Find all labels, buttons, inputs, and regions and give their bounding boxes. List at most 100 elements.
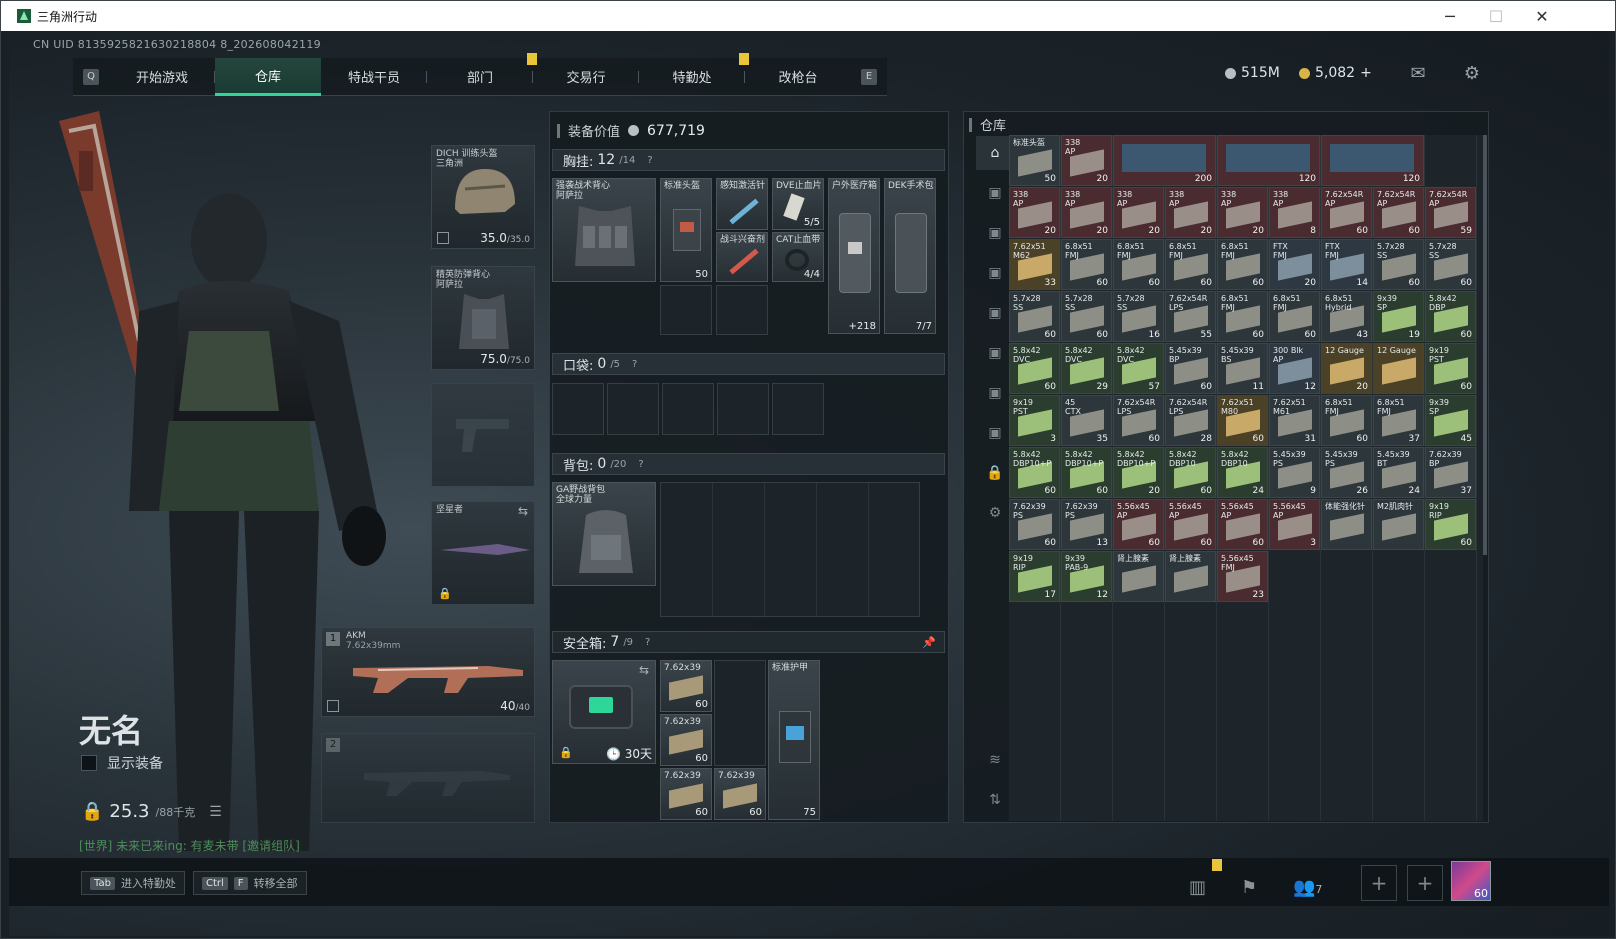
storage-item[interactable]: 6.8x51 FMJ 37	[1373, 395, 1424, 446]
chest-item-medkit[interactable]: 户外医疗箱 +218	[828, 178, 880, 334]
storage-item[interactable]: 7.62x54R AP 60	[1373, 187, 1424, 238]
secondary-weapon-slot[interactable]: 2	[321, 733, 535, 823]
tab-special-ops[interactable]: 特勤处	[639, 52, 749, 96]
safebox-ammo[interactable]: 7.62x39 60	[660, 768, 712, 820]
help-icon[interactable]: ?	[632, 359, 637, 370]
nav-prev-key[interactable]: Q	[83, 68, 99, 85]
storage-item[interactable]: 12 Gauge 20	[1321, 343, 1372, 394]
backpack-item[interactable]: GA野战背包 全球力量	[552, 482, 656, 586]
tab-warehouse[interactable]: 仓库	[215, 57, 321, 96]
storage-item[interactable]: 5.8x42 DVC 57	[1113, 343, 1164, 394]
storage-item[interactable]: 9x39 SP 19	[1373, 291, 1424, 342]
storage-item[interactable]: 5.56x45 AP 60	[1165, 499, 1216, 550]
storage-item[interactable]: 6.8x51 FMJ 60	[1321, 395, 1372, 446]
storage-item[interactable]: 5.45x39 BT 24	[1373, 447, 1424, 498]
storage-item[interactable]: 338 AP 20	[1165, 187, 1216, 238]
tab-start-game[interactable]: 开始游戏	[109, 58, 215, 96]
nav-next-key[interactable]: E	[861, 68, 877, 85]
storage-item[interactable]: 5.7x28 SS 60	[1061, 291, 1112, 342]
help-icon[interactable]: ?	[638, 459, 643, 470]
tab-gunsmith[interactable]: 改枪台	[745, 58, 851, 96]
storage-item[interactable]: 体能强化针	[1321, 499, 1372, 550]
primary-weapon-slot[interactable]: 1 AKM 7.62x39mm 40/40	[321, 627, 535, 717]
storage-item[interactable]: 9x19 PST 3	[1009, 395, 1060, 446]
helmet-slot[interactable]: DICH 训练头盔 三角洲 35.0/35.0	[431, 145, 535, 249]
storage-item[interactable]: 338 AP 20	[1061, 187, 1112, 238]
add-teammate-button[interactable]: +	[1361, 865, 1397, 901]
storage-scrollbar[interactable]	[1483, 135, 1487, 555]
storage-item[interactable]: 120	[1321, 135, 1424, 186]
safebox-armor[interactable]: 标准护甲 75	[768, 660, 820, 820]
pistol-slot[interactable]	[431, 383, 535, 487]
storage-item[interactable]: 5.8x42 DBP10 60	[1165, 447, 1216, 498]
storage-item[interactable]: 5.8x42 DVC 29	[1061, 343, 1112, 394]
storage-item[interactable]: 5.45x39 BS 11	[1217, 343, 1268, 394]
storage-item[interactable]: 5.56x45 AP 3	[1269, 499, 1320, 550]
storage-item[interactable]: 7.62x51 M62 33	[1009, 239, 1060, 290]
storage-item[interactable]: 5.45x39 PS 26	[1321, 447, 1372, 498]
swap-icon[interactable]: ⇆	[639, 663, 649, 677]
empty-slot[interactable]	[716, 285, 768, 335]
storage-item[interactable]: 5.8x42 DBP 60	[1425, 291, 1476, 342]
storage-item[interactable]: 5.8x42 DVC 60	[1009, 343, 1060, 394]
storage-item[interactable]: 7.62x54R LPS 28	[1165, 395, 1216, 446]
storage-item[interactable]: 7.62x51 M61 31	[1269, 395, 1320, 446]
storage-item[interactable]: 7.62x39 PS 60	[1009, 499, 1060, 550]
storage-item[interactable]: 5.45x39 BP 60	[1165, 343, 1216, 394]
add-currency-button[interactable]: +	[1360, 65, 1372, 81]
friends-icon[interactable]: 👥7	[1293, 877, 1322, 898]
storage-item[interactable]: 肾上腺素	[1165, 551, 1216, 602]
mail-icon[interactable]: ✉	[1407, 65, 1429, 83]
storage-item[interactable]: 5.8x42 DBP10+P 20	[1113, 447, 1164, 498]
pocket-slot[interactable]	[607, 383, 659, 435]
storage-item[interactable]: 7.62x39 PS 13	[1061, 499, 1112, 550]
storage-item[interactable]: 12 Gauge	[1373, 343, 1424, 394]
minimize-button[interactable]: ─	[1427, 1, 1473, 31]
storage-item[interactable]: 9x19 RIP 17	[1009, 551, 1060, 602]
storage-item[interactable]: 6.8x51 FMJ 60	[1217, 291, 1268, 342]
storage-item[interactable]: 300 Blk AP 12	[1269, 343, 1320, 394]
close-button[interactable]: ✕	[1519, 1, 1565, 31]
storage-item[interactable]: 338 AP 8	[1269, 187, 1320, 238]
transfer-all-hint[interactable]: Ctrl F 转移全部	[193, 871, 307, 895]
empty-slot[interactable]	[714, 660, 766, 766]
storage-item[interactable]: FTX FMJ 20	[1269, 239, 1320, 290]
list-icon[interactable]: ☰	[209, 804, 222, 820]
add-teammate-button[interactable]: +	[1407, 865, 1443, 901]
player-avatar[interactable]: 60	[1451, 861, 1491, 901]
swap-icon[interactable]: ⇆	[518, 504, 528, 518]
safebox-ammo[interactable]: 7.62x39 60	[714, 768, 766, 820]
chest-item-injector[interactable]: 感知激活针	[716, 178, 768, 230]
storage-item[interactable]: 肾上腺素	[1113, 551, 1164, 602]
chest-item-stimulant[interactable]: 战斗兴奋剂	[716, 232, 768, 282]
storage-item[interactable]: 6.8x51 FMJ 60	[1061, 239, 1112, 290]
storage-item[interactable]: 9x39 SP 45	[1425, 395, 1476, 446]
tab-operators[interactable]: 特战干员	[321, 58, 427, 96]
storage-item[interactable]: 5.7x28 SS 60	[1373, 239, 1424, 290]
storage-item[interactable]: 7.62x54R LPS 60	[1113, 395, 1164, 446]
storage-item[interactable]: 5.56x45 AP 60	[1113, 499, 1164, 550]
chest-item-helmet-armor[interactable]: 标准头盔 50	[660, 178, 712, 282]
melee-slot[interactable]: 坚星者 ⇆ 🔒	[431, 501, 535, 605]
storage-item[interactable]: 200	[1113, 135, 1216, 186]
tab-department[interactable]: 部门	[427, 52, 537, 96]
help-icon[interactable]: ?	[647, 155, 652, 166]
storage-item[interactable]: 6.8x51 FMJ 60	[1217, 239, 1268, 290]
pocket-slot[interactable]	[552, 383, 604, 435]
storage-item[interactable]: 7.62x54R AP 60	[1321, 187, 1372, 238]
safebox-item[interactable]: ⇆ 🔒 🕒 30天	[552, 660, 656, 764]
backpack-grid[interactable]	[660, 482, 920, 617]
show-equipment-toggle[interactable]: 显示装备	[81, 753, 163, 773]
storage-item[interactable]: 5.7x28 SS 60	[1009, 291, 1060, 342]
enter-special-ops-hint[interactable]: Tab 进入特勤处	[81, 871, 185, 895]
pocket-slot[interactable]	[717, 383, 769, 435]
storage-item[interactable]: 7.62x54R LPS 55	[1165, 291, 1216, 342]
storage-item[interactable]: 338 AP 20	[1113, 187, 1164, 238]
storage-item[interactable]: 5.7x28 SS 60	[1425, 239, 1476, 290]
safebox-ammo[interactable]: 7.62x39 60	[660, 714, 712, 766]
maximize-button[interactable]: ☐	[1473, 1, 1519, 31]
world-chat-line[interactable]: [世界] 未来已来ing: 有麦未带 [邀请组队]	[79, 837, 300, 854]
storage-item[interactable]: 338 AP 20	[1061, 135, 1112, 186]
chest-item-surgery-kit[interactable]: DEK手术包 7/7	[884, 178, 936, 334]
storage-grid[interactable]: 标准头盔 50 338 AP 20 200 120 120 338 AP 20 338 AP 20 3…	[1009, 135, 1483, 821]
